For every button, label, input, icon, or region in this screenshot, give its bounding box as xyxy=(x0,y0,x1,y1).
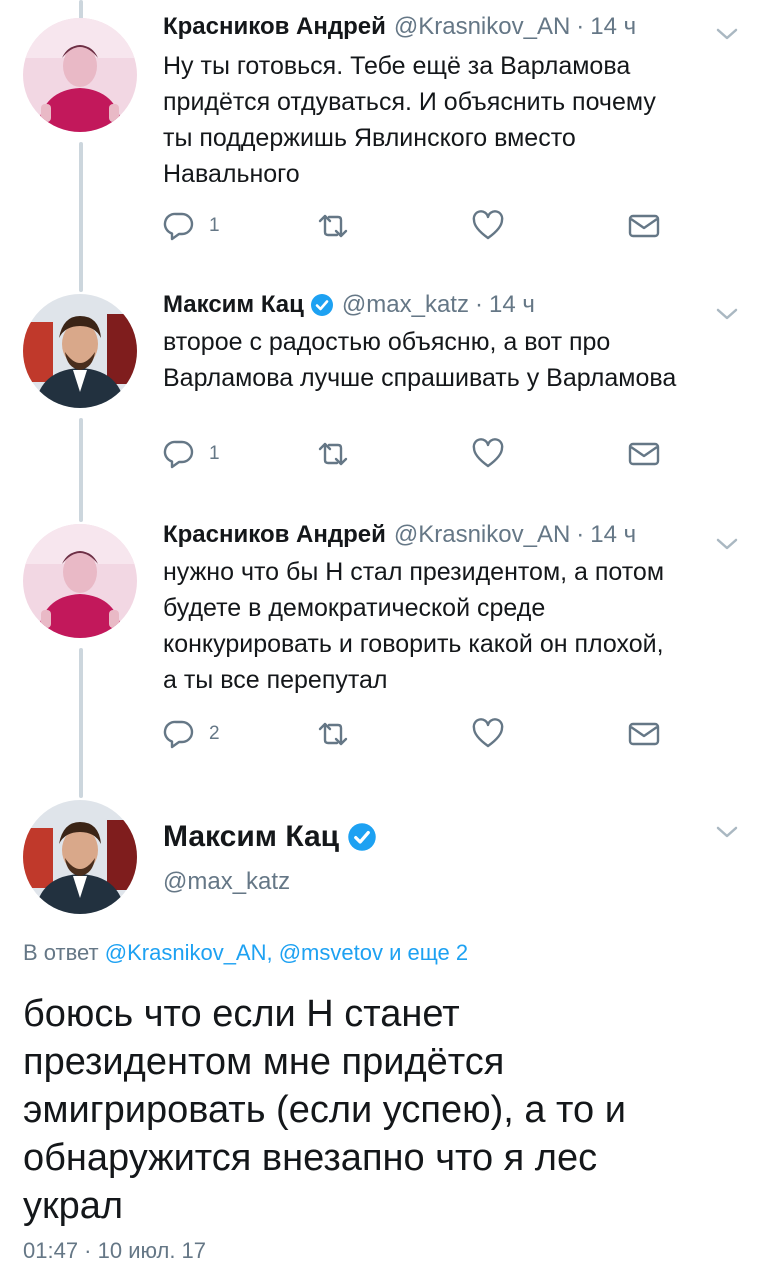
avatar[interactable] xyxy=(23,800,137,914)
verified-badge-icon xyxy=(310,294,333,316)
tweet-time[interactable]: 14 ч xyxy=(590,518,636,552)
tweet-time[interactable]: 14 ч xyxy=(489,288,535,322)
tweet-header: Красников Андрей @Krasnikov_AN · 14 ч xyxy=(163,518,636,552)
direct-message-button[interactable] xyxy=(627,434,661,474)
tweet-text-line: ты поддержишь Явлинского вместо xyxy=(163,124,576,152)
author-name[interactable]: Красников Андрей xyxy=(163,518,386,552)
tweet-text-line: нужно что бы Н стал президентом, а потом xyxy=(163,558,665,586)
author-handle[interactable]: @max_katz xyxy=(163,868,290,896)
reply-to-link[interactable]: @Krasnikov_AN, @msvetov и еще 2 xyxy=(105,940,468,965)
tweet-text-line: украл xyxy=(23,1185,124,1227)
chevron-down-icon[interactable] xyxy=(715,26,739,42)
tweet-text-line: второе с радостью объясню, а вот про xyxy=(163,328,611,356)
reply-count: 1 xyxy=(209,443,220,464)
retweet-button[interactable] xyxy=(315,714,351,754)
tweet-text-line: будете в демократической среде xyxy=(163,594,546,622)
tweet-text-line: эмигрировать (если успею), а то и xyxy=(23,1089,626,1131)
tweet-actions: 1 xyxy=(163,434,683,474)
reply-button[interactable]: 1 xyxy=(163,206,220,246)
tweet-text-line: Ну ты готовься. Тебе ещё за Варламова xyxy=(163,52,631,80)
reply-count: 1 xyxy=(209,215,220,236)
heart-icon xyxy=(472,718,504,748)
author-name[interactable]: Красников Андрей xyxy=(163,10,386,44)
avatar[interactable] xyxy=(23,294,137,408)
chevron-down-icon[interactable] xyxy=(715,824,739,840)
envelope-icon xyxy=(628,442,660,466)
tweet-text-line: обнаружится внезапно что я лес xyxy=(23,1137,598,1179)
tweet-text-line: конкурировать и говорить какой он плохой… xyxy=(163,630,664,658)
author-handle[interactable]: @max_katz xyxy=(342,288,469,322)
reply-icon xyxy=(163,212,194,241)
tweet-text: Ну ты готовься. Тебе ещё за Варламова пр… xyxy=(163,48,733,192)
reply-prefix: В ответ xyxy=(23,940,99,965)
avatar[interactable] xyxy=(23,18,137,132)
tweet-text: второе с радостью объясню, а вот про Вар… xyxy=(163,324,733,396)
reply-context: В ответ @Krasnikov_AN, @msvetov и еще 2 xyxy=(23,940,468,966)
retweet-icon xyxy=(318,722,348,746)
tweet[interactable]: Максим Кац @max_katz · 14 ч второе с рад… xyxy=(0,280,763,510)
direct-message-button[interactable] xyxy=(627,206,661,246)
separator-dot: · xyxy=(576,521,585,548)
like-button[interactable] xyxy=(471,206,505,246)
envelope-icon xyxy=(628,722,660,746)
tweet-text-line: а ты все перепутал xyxy=(163,666,388,694)
tweet-text-line: президентом мне придётся xyxy=(23,1041,505,1083)
reply-button[interactable]: 2 xyxy=(163,714,220,754)
author-name-text: Максим Кац xyxy=(163,820,340,853)
retweet-icon xyxy=(318,442,348,466)
retweet-icon xyxy=(318,214,348,238)
reply-button[interactable]: 1 xyxy=(163,434,220,474)
chevron-down-icon[interactable] xyxy=(715,536,739,552)
tweet-text-line: Навального xyxy=(163,160,300,188)
tweet-header: Максим Кац @max_katz · 14 ч xyxy=(163,288,535,322)
tweet-text-line: боюсь что если Н станет xyxy=(23,993,460,1035)
tweet[interactable]: Красников Андрей @Krasnikov_AN · 14 ч ну… xyxy=(0,510,763,800)
avatar[interactable] xyxy=(23,524,137,638)
reply-icon xyxy=(163,720,194,749)
retweet-button[interactable] xyxy=(315,206,351,246)
separator-dot: · xyxy=(474,291,483,318)
tweet-text-line: придётся отдуваться. И объяснить почему xyxy=(163,88,656,116)
tweet-text-line: Варламова лучше спрашивать у Варламова xyxy=(163,364,677,392)
author-handle[interactable]: @Krasnikov_AN xyxy=(394,10,570,44)
retweet-button[interactable] xyxy=(315,434,351,474)
tweet-text: боюсь что если Н станет президентом мне … xyxy=(23,990,743,1230)
tweet-actions: 2 xyxy=(163,714,683,754)
envelope-icon xyxy=(628,214,660,238)
chevron-down-icon[interactable] xyxy=(715,306,739,322)
direct-message-button[interactable] xyxy=(627,714,661,754)
tweet-timestamp[interactable]: 01:47 · 10 июл. 17 xyxy=(23,1238,206,1264)
reply-icon xyxy=(163,440,194,469)
like-button[interactable] xyxy=(471,714,505,754)
like-button[interactable] xyxy=(471,434,505,474)
separator-dot: · xyxy=(576,13,585,40)
author-handle[interactable]: @Krasnikov_AN xyxy=(394,518,570,552)
verified-badge-icon xyxy=(348,823,376,851)
heart-icon xyxy=(472,210,504,240)
reply-count: 2 xyxy=(209,723,220,744)
tweet-time[interactable]: 14 ч xyxy=(590,10,636,44)
author-name[interactable]: Максим Кац xyxy=(163,820,377,854)
author-name[interactable]: Максим Кац xyxy=(163,288,304,322)
tweet-header: Красников Андрей @Krasnikov_AN · 14 ч xyxy=(163,10,636,44)
heart-icon xyxy=(472,438,504,468)
tweet-actions: 1 xyxy=(163,206,683,246)
tweet[interactable]: Красников Андрей @Krasnikov_AN · 14 ч Ну… xyxy=(0,0,763,280)
tweet-text: нужно что бы Н стал президентом, а потом… xyxy=(163,554,733,698)
